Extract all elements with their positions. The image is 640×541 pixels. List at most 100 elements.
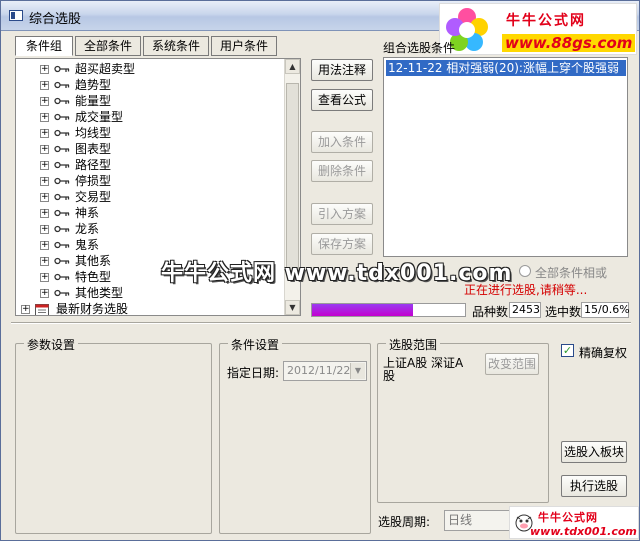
- expand-icon[interactable]: +: [40, 97, 49, 106]
- tree-item-label: 趋势型: [75, 78, 112, 92]
- brand-banner-bottom: 牛牛公式网 www.tdx001.com: [509, 506, 639, 539]
- combo-conditions-label: 组合选股条件: [383, 41, 456, 55]
- tree-item-label: 最新财务选股: [56, 302, 129, 316]
- count-value: 2453: [509, 302, 541, 318]
- expand-icon[interactable]: +: [40, 177, 49, 186]
- expand-icon[interactable]: +: [21, 305, 30, 314]
- expand-icon[interactable]: +: [40, 273, 49, 282]
- expand-icon[interactable]: +: [40, 289, 49, 298]
- all-or-radio[interactable]: [519, 265, 531, 277]
- app-window-icon: [9, 10, 23, 21]
- key-icon: [54, 129, 70, 137]
- tab-condition-group[interactable]: 条件组: [15, 36, 73, 56]
- tree-item-label: 图表型: [75, 142, 112, 156]
- combo-condition-item[interactable]: 12-11-22 相对强弱(20):涨幅上穿个股强弱: [386, 60, 626, 76]
- range-markets: 上证A股 深证A股: [383, 356, 464, 383]
- date-picker[interactable]: 2012/11/22 ▼: [283, 361, 367, 381]
- chevron-down-icon[interactable]: ▼: [350, 363, 365, 379]
- tree-item-label: 路径型: [75, 158, 112, 172]
- tree-item-label: 成交量型: [75, 110, 124, 124]
- execute-selection-button[interactable]: 执行选股: [561, 475, 627, 497]
- banner-brand: 牛牛公式网: [506, 13, 586, 29]
- cycle-label: 选股周期:: [378, 515, 431, 529]
- expand-icon[interactable]: +: [40, 241, 49, 250]
- tree-item-label: 神系: [75, 206, 100, 220]
- expand-icon[interactable]: +: [40, 65, 49, 74]
- section-divider: [11, 322, 631, 324]
- banner-bottom-url: www.tdx001.com: [530, 525, 637, 538]
- scroll-down-icon[interactable]: ▼: [285, 300, 300, 315]
- exact-restore-label: 精确复权: [579, 346, 628, 360]
- change-range-button[interactable]: 改变范围: [485, 353, 539, 375]
- expand-icon[interactable]: +: [40, 193, 49, 202]
- tab-user-conditions[interactable]: 用户条件: [211, 36, 277, 56]
- tree-item-label: 超买超卖型: [75, 62, 136, 76]
- tree-item-label: 龙系: [75, 222, 100, 236]
- usage-note-button[interactable]: 用法注释: [311, 59, 373, 81]
- expand-icon[interactable]: +: [40, 81, 49, 90]
- exact-restore-checkbox[interactable]: ✓: [561, 344, 574, 357]
- expand-icon[interactable]: +: [40, 225, 49, 234]
- count-label: 品种数: [472, 305, 509, 319]
- expand-icon[interactable]: +: [40, 161, 49, 170]
- tree-item-label: 鬼系: [75, 238, 100, 252]
- conditions-legend: 条件设置: [228, 336, 283, 353]
- key-icon: [54, 257, 70, 265]
- scroll-up-icon[interactable]: ▲: [285, 59, 300, 74]
- params-group: 参数设置: [15, 336, 212, 534]
- view-formula-button[interactable]: 查看公式: [311, 89, 373, 111]
- date-value: 2012/11/22: [287, 364, 351, 377]
- expand-icon[interactable]: +: [40, 257, 49, 266]
- key-icon: [54, 145, 70, 153]
- selected-label: 选中数: [545, 305, 582, 319]
- key-icon: [54, 225, 70, 233]
- expand-icon[interactable]: +: [40, 113, 49, 122]
- key-icon: [54, 273, 70, 281]
- key-icon: [54, 97, 70, 105]
- add-condition-button[interactable]: 加入条件: [311, 131, 373, 153]
- tree-item-label: 其他类型: [75, 286, 124, 300]
- key-icon: [54, 209, 70, 217]
- cycle-value: 日线: [448, 513, 473, 527]
- key-icon: [54, 193, 70, 201]
- tree-item-label: 交易型: [75, 190, 112, 204]
- tab-system-conditions[interactable]: 系统条件: [143, 36, 209, 56]
- import-plan-button[interactable]: 引入方案: [311, 203, 373, 225]
- scroll-thumb[interactable]: [286, 83, 299, 273]
- window-title: 综合选股: [29, 12, 82, 27]
- cycle-select[interactable]: 日线: [444, 510, 514, 531]
- tree-item-label: 停损型: [75, 174, 112, 188]
- selection-progress: [311, 303, 466, 317]
- key-icon: [54, 241, 70, 249]
- key-icon: [54, 113, 70, 121]
- save-plan-button[interactable]: 保存方案: [311, 233, 373, 255]
- progress-fill: [312, 304, 413, 316]
- key-icon: [54, 81, 70, 89]
- all-or-label: 全部条件相或: [535, 266, 608, 280]
- expand-icon[interactable]: +: [40, 129, 49, 138]
- to-block-button[interactable]: 选股入板块: [561, 441, 627, 463]
- expand-icon[interactable]: +: [40, 209, 49, 218]
- key-icon: [54, 65, 70, 73]
- selected-value: 15/0.6%: [581, 302, 630, 318]
- key-icon: [54, 177, 70, 185]
- watermark-text: 牛牛公式网 www.tdx001.com: [161, 261, 513, 286]
- tree-item-label: 能量型: [75, 94, 112, 108]
- brand-banner: 牛牛公式网 www.88gs.com: [439, 3, 637, 55]
- tab-all-conditions[interactable]: 全部条件: [75, 36, 141, 56]
- date-label: 指定日期:: [227, 366, 280, 380]
- params-legend: 参数设置: [24, 336, 79, 353]
- remove-condition-button[interactable]: 删除条件: [311, 160, 373, 182]
- tree-item-label: 其他系: [75, 254, 112, 268]
- key-icon: [54, 289, 70, 297]
- tree-item-label: 均线型: [75, 126, 112, 140]
- banner-url: www.88gs.com: [502, 34, 636, 52]
- banner-bottom-brand: 牛牛公式网: [538, 511, 598, 524]
- key-icon: [54, 161, 70, 169]
- range-legend: 选股范围: [386, 336, 441, 353]
- tree-item-label: 特色型: [75, 270, 112, 284]
- main-window: 综合选股 牛牛公式网 www.88gs.com 条件组 全部条件 系统条件 用户…: [0, 0, 640, 541]
- combo-conditions-list[interactable]: 12-11-22 相对强弱(20):涨幅上穿个股强弱: [383, 57, 628, 257]
- expand-icon[interactable]: +: [40, 145, 49, 154]
- calendar-icon: [35, 304, 49, 315]
